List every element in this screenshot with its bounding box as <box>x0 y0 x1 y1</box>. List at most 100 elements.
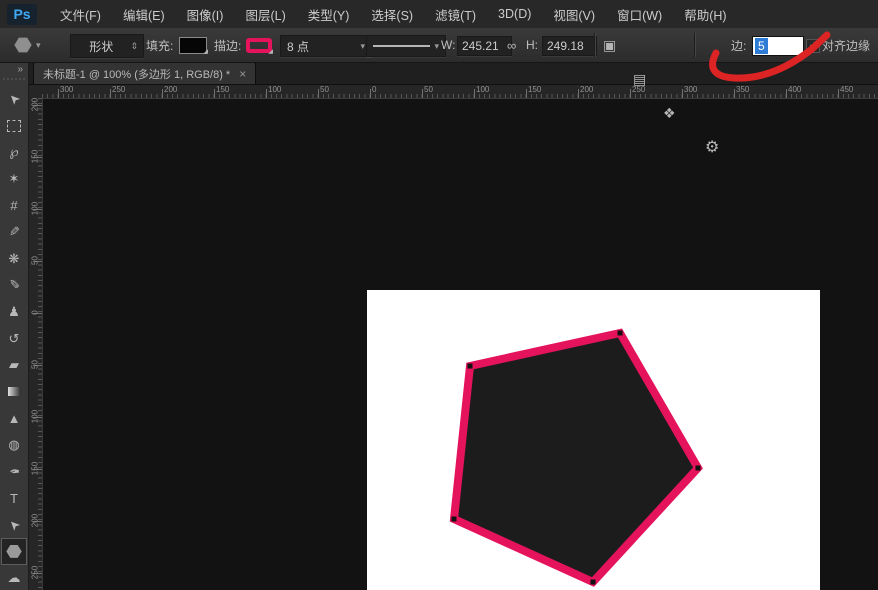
ruler-label: 50 <box>320 85 329 94</box>
ruler-label: 100 <box>31 410 40 424</box>
gradient-tool[interactable] <box>1 379 27 406</box>
clone-stamp-tool[interactable]: ♟ <box>1 299 27 326</box>
ruler-label: 150 <box>216 85 229 94</box>
vertical-ruler[interactable]: 20015010050050100150200250 <box>28 98 43 590</box>
ruler-label: 100 <box>268 85 281 94</box>
menu-item[interactable]: 类型(Y) <box>297 0 361 28</box>
tools-panel: » ➤ ℘ ✶ # <box>0 62 29 590</box>
anchor-point[interactable] <box>591 580 596 585</box>
height-label: H: <box>526 28 538 62</box>
ruler-label: 150 <box>528 85 541 94</box>
corner-caret-icon: ◢ <box>203 48 208 55</box>
hand-tool[interactable]: ☁ <box>1 565 27 590</box>
path-arrange-glyph: ❖ <box>663 105 676 122</box>
pen-tool[interactable]: ✒ <box>1 458 27 485</box>
menu-item[interactable]: 3D(D) <box>487 0 542 28</box>
menu-item[interactable]: 图像(I) <box>176 0 235 28</box>
align-edges-label: 对齐边缘 <box>822 28 870 62</box>
menu-items: 文件(F)编辑(E)图像(I)图层(L)类型(Y)选择(S)滤镜(T)3D(D)… <box>49 0 738 28</box>
ruler-label: 150 <box>31 150 40 164</box>
height-field[interactable]: 249.18 <box>542 36 597 56</box>
tool-mode-select[interactable]: 形状 ⇕ <box>70 34 144 58</box>
dodge-tool[interactable]: ◍ <box>1 432 27 459</box>
anchor-point[interactable] <box>468 364 473 369</box>
menu-item[interactable]: 编辑(E) <box>112 0 176 28</box>
width-label: W: <box>441 28 455 62</box>
separator <box>694 33 695 57</box>
path-selection-tool[interactable]: ➤ <box>1 512 27 539</box>
marquee-tool[interactable] <box>1 113 27 140</box>
panel-divider <box>3 78 25 85</box>
document-tab-title: 未标题-1 @ 100% (多边形 1, RGB/8) * <box>43 66 230 82</box>
magic-wand-tool[interactable]: ✶ <box>1 166 27 193</box>
menu-item[interactable]: 窗口(W) <box>606 0 673 28</box>
fill-color-swatch[interactable]: ◢ <box>179 28 207 62</box>
ruler-label: 0 <box>31 306 40 320</box>
sides-input[interactable]: 5 <box>752 36 804 56</box>
ruler-label: 100 <box>31 202 40 216</box>
ruler-label: 250 <box>112 85 125 94</box>
ruler-label: 150 <box>31 462 40 476</box>
polygon-tool-preset[interactable]: ▾ <box>14 28 41 62</box>
eyedropper-tool[interactable]: ✎ <box>1 219 27 246</box>
menu-item[interactable]: 帮助(H) <box>673 0 737 28</box>
anchor-point[interactable] <box>696 466 701 471</box>
stroke-color-swatch[interactable]: ◢ <box>246 28 272 62</box>
ruler-label: 250 <box>31 566 40 580</box>
path-arrangement-icon[interactable]: ❖ ◢ <box>663 96 878 130</box>
eraser-tool[interactable]: ▰ <box>1 352 27 379</box>
path-alignment-icon[interactable]: ▤ ◢ <box>633 62 878 96</box>
check-icon: ✓ <box>809 40 817 51</box>
stroke-label: 描边: <box>214 28 241 62</box>
stroke-width-select[interactable]: 8 点 ▾ <box>280 35 372 57</box>
gear-glyph: ⚙ <box>705 137 719 157</box>
menu-item[interactable]: 图层(L) <box>234 0 296 28</box>
collapse-panel-button[interactable]: » <box>0 62 28 76</box>
tools-list: ➤ ℘ ✶ # ✎ <box>0 86 28 590</box>
collapse-icon: » <box>17 64 23 75</box>
align-edges-checkbox[interactable]: ✓ <box>806 39 820 53</box>
chevron-down-icon[interactable]: ▾ <box>36 40 41 51</box>
crop-tool[interactable]: # <box>1 192 27 219</box>
corner-caret-icon: ◢ <box>268 48 273 55</box>
stroke-style-select[interactable]: ▾ <box>366 35 446 57</box>
link-dimensions-icon[interactable]: ∞ <box>507 28 516 62</box>
stroke-width-value: 8 点 <box>287 38 356 55</box>
menu-item[interactable]: 文件(F) <box>49 0 112 28</box>
geometry-options-gear-icon[interactable]: ⚙ ◢ <box>705 130 878 164</box>
blur-tool[interactable]: ▲ <box>1 405 27 432</box>
ruler-label: 200 <box>31 514 40 528</box>
tool-options-bar: ▾ 形状 ⇕ 填充: ◢ 描边: ◢ 8 点 ▾ ▾ W: 245.21 ∞ H… <box>0 28 878 63</box>
ruler-label: 50 <box>31 358 40 372</box>
stroke-style-line <box>373 45 430 47</box>
move-tool[interactable]: ➤ <box>1 86 27 113</box>
type-tool[interactable]: T <box>1 485 27 512</box>
polygon-icon <box>14 37 32 53</box>
width-value: 245.21 <box>462 39 499 53</box>
history-brush-tool[interactable]: ↺ <box>1 325 27 352</box>
menu-item[interactable]: 视图(V) <box>542 0 606 28</box>
fill-label: 填充: <box>146 28 173 62</box>
anchor-point[interactable] <box>452 517 457 522</box>
document-tab[interactable]: 未标题-1 @ 100% (多边形 1, RGB/8) * × <box>33 62 256 84</box>
chevron-down-icon: ▾ <box>434 41 439 52</box>
sides-label: 边: <box>731 28 746 62</box>
height-value: 249.18 <box>547 39 584 53</box>
ruler-label: 300 <box>60 85 73 94</box>
menu-item[interactable]: 选择(S) <box>360 0 424 28</box>
anchor-point[interactable] <box>618 331 623 336</box>
lasso-tool[interactable]: ℘ <box>1 139 27 166</box>
menu-item[interactable]: 滤镜(T) <box>424 0 487 28</box>
ruler-label: 0 <box>372 85 376 94</box>
brush-tool[interactable]: ✐ <box>1 272 27 299</box>
spot-healing-brush-tool[interactable]: ❋ <box>1 246 27 273</box>
close-icon[interactable]: × <box>239 67 246 81</box>
sides-value-selected: 5 <box>755 38 768 54</box>
ruler-label: 200 <box>580 85 593 94</box>
spinner-icon: ⇕ <box>130 41 138 52</box>
menu-bar: Ps 文件(F)编辑(E)图像(I)图层(L)类型(Y)选择(S)滤镜(T)3D… <box>0 0 878 29</box>
width-field[interactable]: 245.21 <box>457 36 512 56</box>
polygon-shape-tool[interactable] <box>1 538 27 565</box>
photoshop-logo: Ps <box>7 4 37 25</box>
path-ops-glyph: ▣ <box>603 37 616 54</box>
